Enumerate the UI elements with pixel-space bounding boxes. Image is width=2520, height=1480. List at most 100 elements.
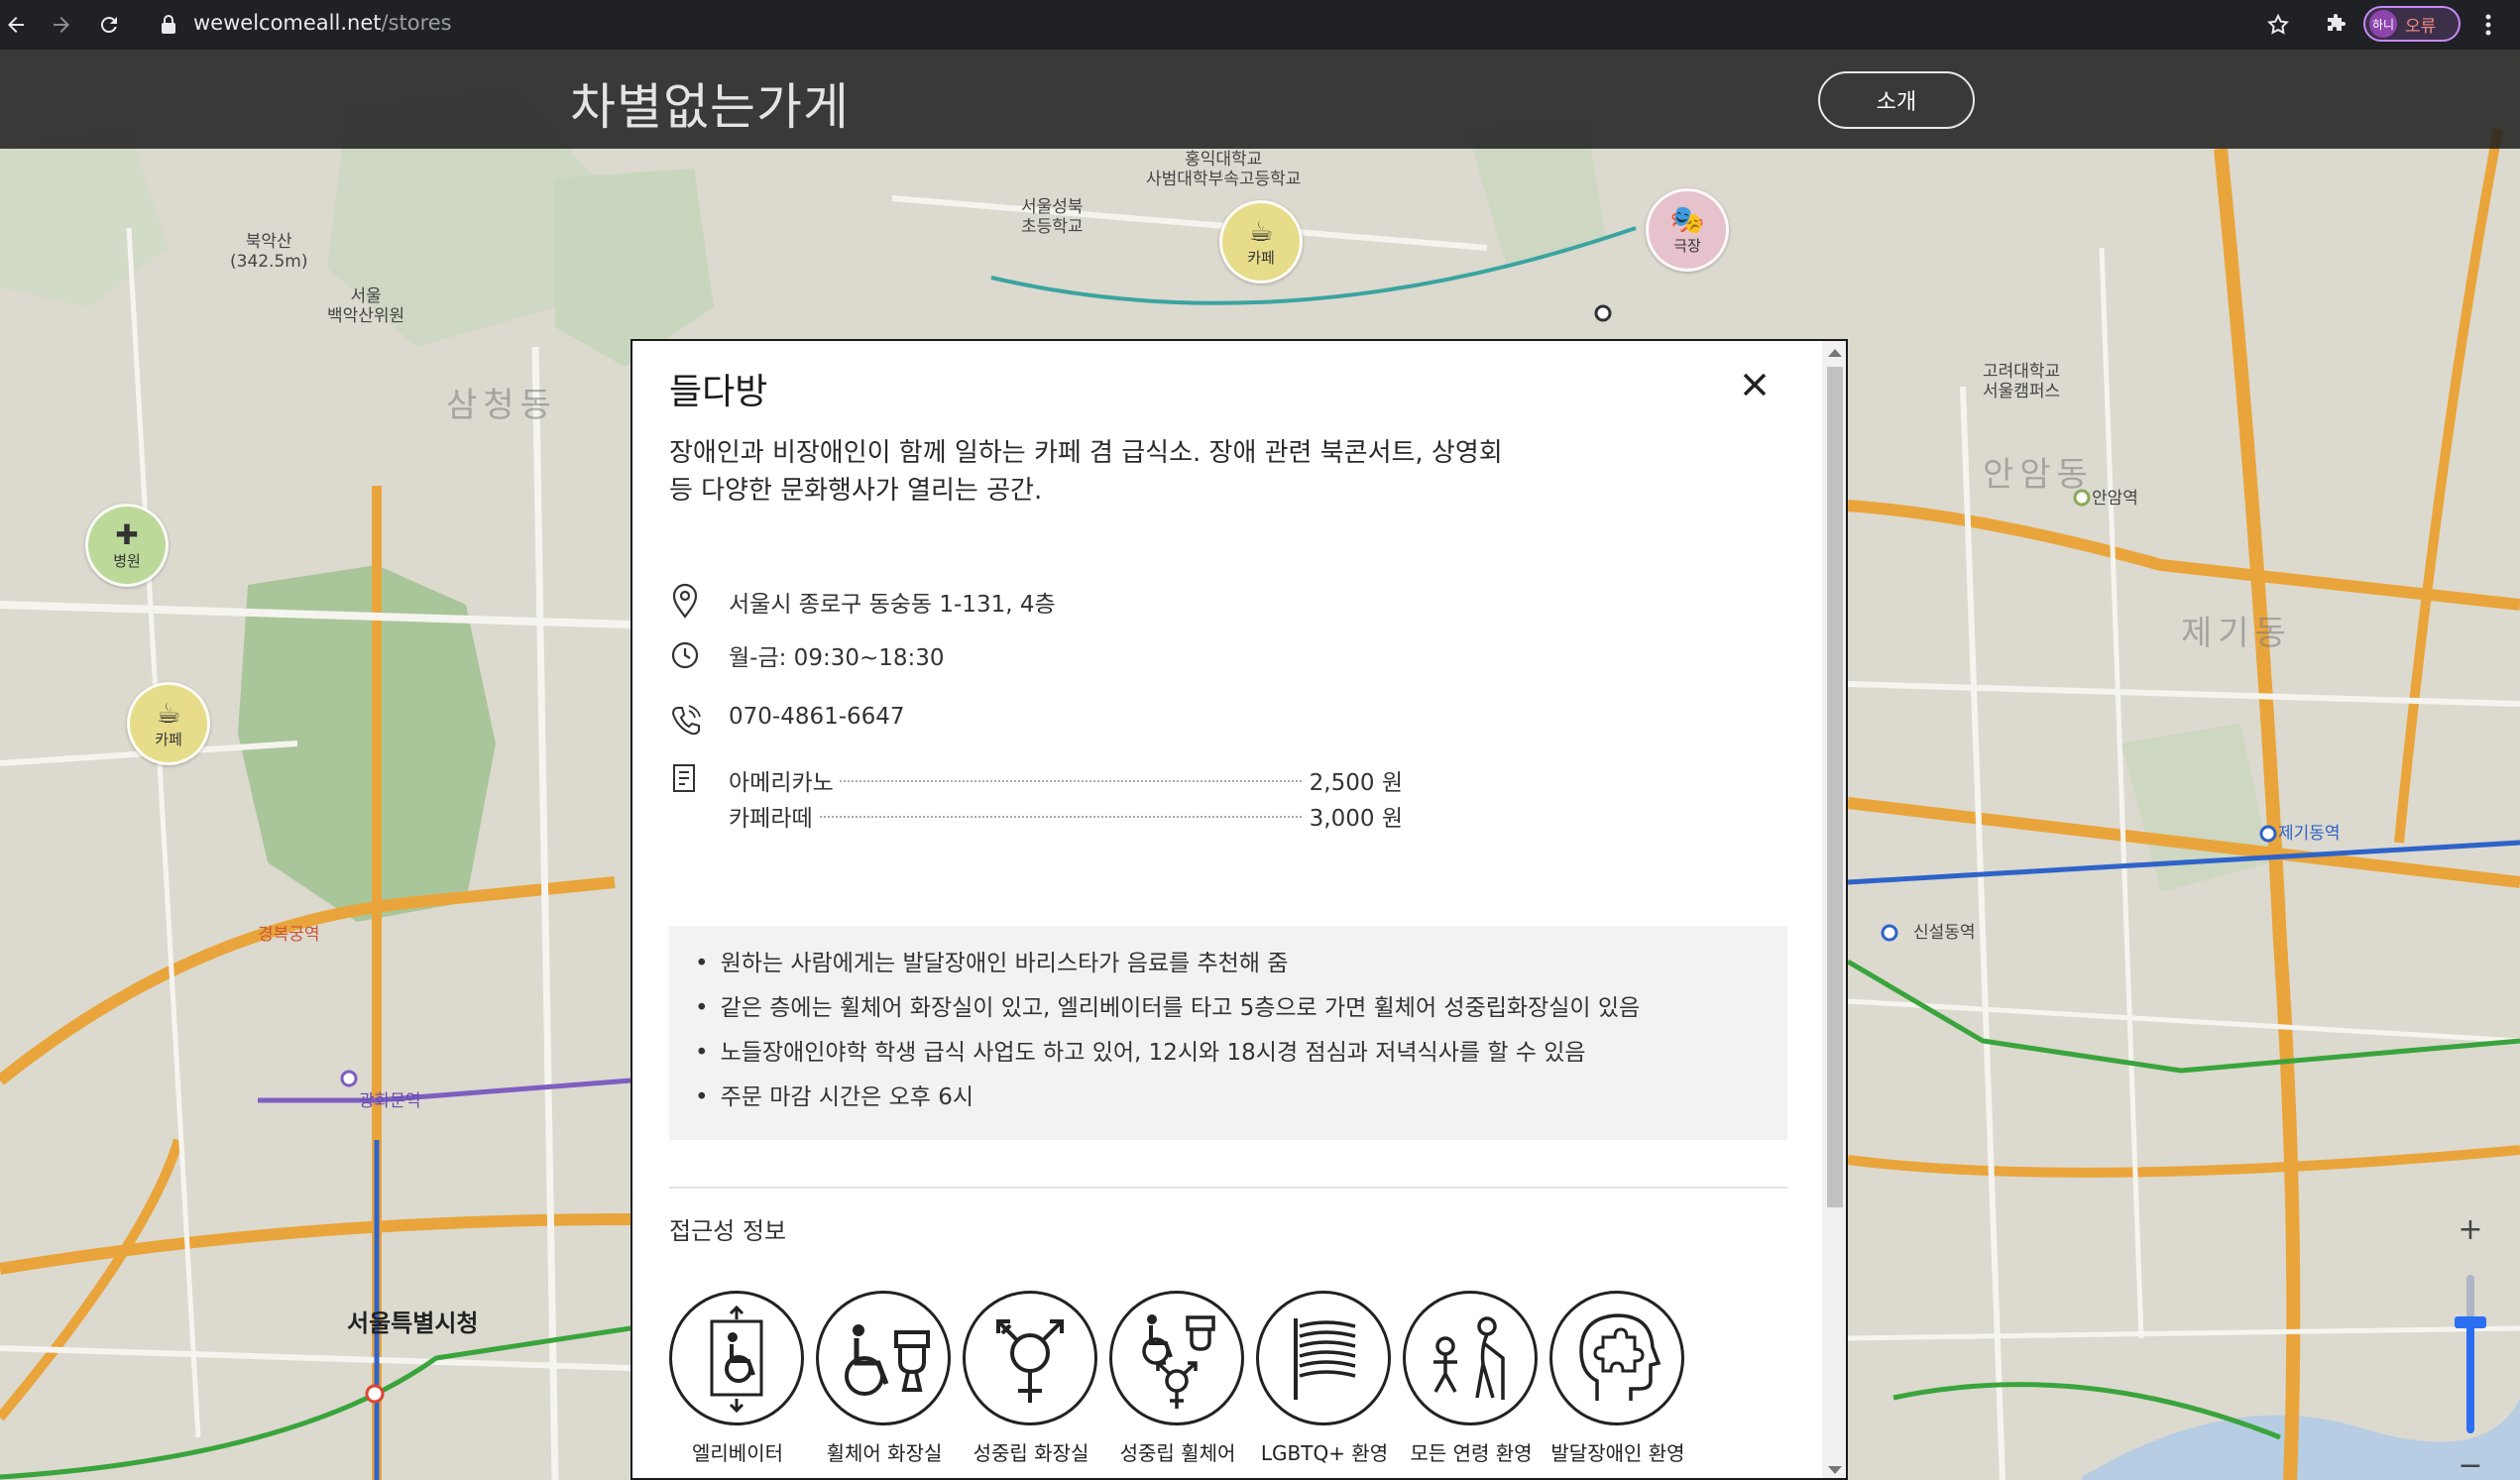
- accessibility-label: 모든 연령 환영: [1410, 1441, 1533, 1465]
- wheelchair-toilet-icon: [816, 1291, 951, 1425]
- profile-button[interactable]: 하니 오류: [2363, 6, 2461, 42]
- map-label-bukaksan: 북악산 (342.5m): [230, 232, 308, 272]
- accessibility-label: 휠체어 화장실: [826, 1441, 943, 1465]
- accessibility-wheelchair-toilet: 휠체어 화장실: [816, 1291, 953, 1466]
- browser-toolbar: wewelcomeall.net/stores 하니 오류: [0, 0, 2520, 50]
- phone-text[interactable]: 070-4861-6647: [729, 704, 905, 730]
- avatar: 하니: [2369, 10, 2397, 38]
- accessibility-label: LGBTQ+ 환영: [1260, 1441, 1389, 1465]
- note-item: 노들장애인야학 학생 급식 사업도 하고 있어, 12시와 18시경 점심과 저…: [695, 1035, 1762, 1080]
- hours-row: 월-금: 09:30~18:30: [669, 636, 1561, 676]
- address-bar[interactable]: [147, 6, 2308, 44]
- menu-item-name: 카페라떼: [729, 799, 819, 833]
- map-label-sinseol: 신설동역: [1913, 923, 1976, 943]
- poi-cafe-1[interactable]: ☕ 카페: [1219, 200, 1303, 284]
- scroll-down-arrow[interactable]: [1828, 1466, 1842, 1474]
- poi-label: 카페: [1247, 248, 1275, 267]
- accessibility-elevator: 엘리베이터: [669, 1291, 806, 1466]
- scroll-up-arrow[interactable]: [1828, 349, 1842, 357]
- accessibility-lgbtq: LGBTQ+ 환영: [1256, 1291, 1393, 1466]
- map-label-anam: 안암역: [2092, 489, 2138, 509]
- phone-icon: [669, 702, 701, 738]
- map-label-korea-univ: 고려대학교 서울캠퍼스: [1983, 362, 2061, 401]
- map-label-seoul-hospital: 서울 백악산위원: [327, 286, 405, 326]
- map-label-anam-district: 안암동: [1983, 455, 2094, 495]
- star-icon[interactable]: [2262, 9, 2294, 41]
- accessibility-gender-neutral-wheelchair: 성중립 휠체어: [1109, 1291, 1246, 1466]
- scroll-thumb[interactable]: [1827, 367, 1843, 1207]
- cup-icon: ☕: [1248, 214, 1274, 248]
- accessibility-label: 성중립 휠체어: [1119, 1441, 1236, 1465]
- zoom-control[interactable]: + −: [2441, 1199, 2500, 1480]
- map-label-gwanghwamun: 광화문역: [359, 1091, 421, 1111]
- hours-text: 월-금: 09:30~18:30: [729, 645, 945, 671]
- zoom-in-button[interactable]: +: [2453, 1211, 2488, 1247]
- menu-list-icon: [669, 761, 701, 797]
- cross-icon: ✚: [115, 517, 139, 551]
- accessibility-label: 엘리베이터: [692, 1441, 783, 1465]
- developmental-disability-icon: [1549, 1291, 1684, 1425]
- zoom-thumb[interactable]: [2455, 1316, 2486, 1328]
- poi-label: 병원: [113, 551, 141, 570]
- address-row: 서울시 종로구 동숭동 1-131, 4층: [669, 583, 1561, 623]
- note-item: 원하는 사람에게는 발달장애인 바리스타가 음료를 추천해 줌: [695, 946, 1762, 990]
- close-button[interactable]: [1737, 367, 1773, 402]
- map-label-hongik-school: 홍익대학교 사범대학부속고등학교: [1146, 150, 1302, 189]
- poi-hospital[interactable]: ✚ 병원: [85, 504, 169, 587]
- back-icon[interactable]: [0, 9, 32, 41]
- note-item: 같은 층에는 휠체어 화장실이 있고, 엘리베이터를 타고 5층으로 가면 휠체…: [695, 990, 1762, 1035]
- menu-item-price: 2,500 원: [1303, 763, 1403, 797]
- zoom-fill: [2466, 1324, 2474, 1433]
- cup-icon: ☕: [156, 696, 181, 730]
- accessibility-developmental: 발달장애인 환영: [1549, 1291, 1686, 1466]
- close-icon: [1743, 373, 1767, 397]
- gender-neutral-icon: [963, 1291, 1097, 1425]
- store-detail-modal: 들다방 장애인과 비장애인이 함께 일하는 카페 겸 급식소. 장애 관련 북콘…: [630, 339, 1848, 1480]
- map-label-city-hall: 서울특별시청: [347, 1309, 479, 1337]
- poi-label: 극장: [1673, 236, 1701, 255]
- lock-icon[interactable]: [153, 9, 184, 41]
- modal-scrollbar[interactable]: [1822, 341, 1846, 1478]
- forward-icon[interactable]: [46, 9, 77, 41]
- menu-icon[interactable]: [2472, 9, 2504, 41]
- site-title[interactable]: 차별없는가게: [570, 67, 850, 139]
- extensions-icon[interactable]: [2320, 9, 2351, 41]
- divider: [669, 1187, 1787, 1189]
- site-header: 차별없는가게 소개: [0, 50, 2520, 149]
- elevator-icon: [669, 1291, 804, 1425]
- menu-item-name: 아메리카노: [729, 763, 840, 797]
- reload-icon[interactable]: [93, 9, 125, 41]
- profile-status: 오류: [2405, 16, 2437, 37]
- poi-theater[interactable]: 🎭 극장: [1646, 188, 1729, 272]
- accessibility-gender-neutral: 성중립 화장실: [963, 1291, 1099, 1466]
- store-description: 장애인과 비장애인이 함께 일하는 카페 겸 급식소. 장애 관련 북콘서트, …: [669, 438, 1503, 506]
- accessibility-title: 접근성 정보: [669, 1217, 787, 1245]
- theater-masks-icon: 🎭: [1669, 202, 1705, 236]
- store-name: 들다방: [669, 372, 768, 412]
- accessibility-all-ages: 모든 연령 환영: [1403, 1291, 1540, 1466]
- map-label-jegi-district: 제기동: [2181, 614, 2292, 653]
- intro-button[interactable]: 소개: [1818, 71, 1975, 129]
- map-label-samcheong: 삼청동: [446, 386, 557, 425]
- store-notes: 원하는 사람에게는 발달장애인 바리스타가 음료를 추천해 줌 같은 층에는 휠…: [669, 926, 1787, 1140]
- poi-label: 카페: [155, 730, 182, 748]
- accessibility-label: 성중립 화장실: [973, 1441, 1089, 1465]
- location-pin-icon: [669, 583, 701, 619]
- map-label-jegi: 제기동역: [2278, 824, 2341, 844]
- all-ages-icon: [1403, 1291, 1538, 1425]
- menu-item-price: 3,000 원: [1303, 799, 1403, 833]
- clock-icon: [669, 636, 701, 672]
- menu-item: 카페라떼 3,000 원: [729, 799, 1403, 833]
- gender-neutral-wheelchair-icon: [1109, 1291, 1244, 1425]
- address-text: 서울시 종로구 동숭동 1-131, 4층: [729, 592, 1056, 618]
- poi-cafe-2[interactable]: ☕ 카페: [127, 682, 210, 765]
- map-label-seongbuk-school: 서울성북 초등학교: [1021, 197, 1084, 237]
- zoom-out-button[interactable]: −: [2453, 1447, 2488, 1480]
- accessibility-label: 발달장애인 환영: [1550, 1441, 1685, 1465]
- url-text[interactable]: wewelcomeall.net/stores: [193, 11, 452, 35]
- menu-item: 아메리카노 2,500 원: [729, 763, 1403, 797]
- lgbtq-flag-icon: [1256, 1291, 1391, 1425]
- map-label-gyeongbokgung: 경복궁역: [258, 925, 320, 945]
- phone-row: 070-4861-6647: [669, 702, 1561, 741]
- note-item: 주문 마감 시간은 오후 6시: [695, 1080, 1762, 1124]
